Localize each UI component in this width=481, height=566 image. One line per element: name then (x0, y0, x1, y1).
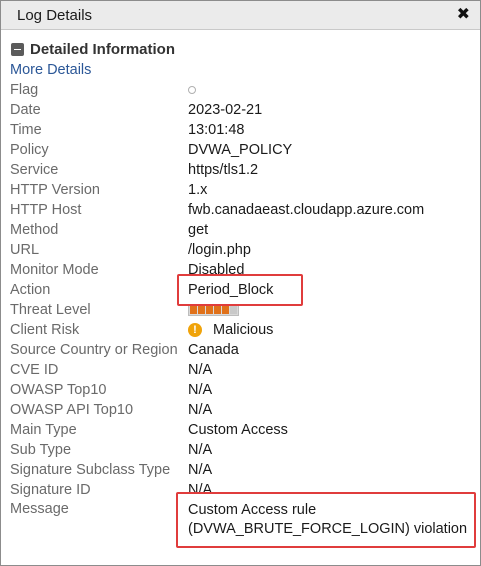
value-service: https/tls1.2 (188, 162, 259, 178)
label-main-type: Main Type (10, 422, 77, 438)
row-service: Service https/tls1.2 (10, 160, 475, 180)
more-details-link[interactable]: More Details (10, 62, 91, 78)
value-method: get (188, 222, 209, 238)
label-client-risk: Client Risk (10, 322, 80, 338)
label-url: URL (10, 242, 40, 258)
row-flag: Flag (10, 80, 475, 100)
value-policy: DVWA_POLICY (188, 142, 293, 158)
value-http-host: fwb.canadaeast.cloudapp.azure.com (188, 202, 425, 218)
value-monitor-mode: Disabled (188, 262, 245, 278)
row-cve-id: CVE ID N/A (10, 360, 475, 380)
value-sub-type: N/A (188, 442, 213, 458)
label-threat-level: Threat Level (10, 302, 91, 318)
label-method: Method (10, 222, 59, 238)
label-signature-subclass-type: Signature Subclass Type (10, 462, 171, 478)
label-owasp-top10: OWASP Top10 (10, 382, 107, 398)
row-main-type: Main Type Custom Access (10, 420, 475, 440)
value-source-country: Canada (188, 342, 239, 358)
value-http-version: 1.x (188, 182, 208, 198)
row-signature-subclass-type: Signature Subclass Type N/A (10, 460, 475, 480)
label-time: Time (10, 122, 42, 138)
client-risk-value: ! Malicious (188, 322, 273, 338)
row-owasp-api-top10: OWASP API Top10 N/A (10, 400, 475, 420)
threat-level-segment (214, 306, 221, 314)
value-owasp-api-top10: N/A (188, 402, 213, 418)
value-owasp-top10: N/A (188, 382, 213, 398)
details-table: Flag Date 2023-02-21 Time 13:01:48 Polic… (10, 80, 475, 541)
dialog-title: Log Details (17, 6, 93, 24)
value-date: 2023-02-21 (188, 102, 263, 118)
collapse-icon[interactable] (11, 42, 24, 56)
value-client-risk: Malicious (213, 322, 274, 338)
row-policy: Policy DVWA_POLICY (10, 140, 475, 160)
value-signature-subclass-type: N/A (188, 462, 213, 478)
row-source-country: Source Country or Region Canada (10, 340, 475, 360)
threat-level-segment (198, 306, 205, 314)
value-message-line1: Custom Access rule (188, 502, 317, 518)
threat-level-bar (188, 304, 239, 316)
value-url: /login.php (188, 242, 251, 258)
threat-level-segment (190, 306, 197, 314)
label-http-version: HTTP Version (10, 182, 100, 198)
label-sub-type: Sub Type (10, 442, 72, 458)
row-message: Message Custom Access rule (DVWA_BRUTE_F… (10, 500, 475, 541)
label-owasp-api-top10: OWASP API Top10 (10, 402, 134, 418)
title-bar: Log Details ✖ (1, 1, 480, 30)
row-time: Time 13:01:48 (10, 120, 475, 140)
label-signature-id: Signature ID (10, 482, 91, 498)
warning-icon: ! (188, 323, 202, 338)
value-signature-id: N/A (188, 482, 213, 498)
label-monitor-mode: Monitor Mode (10, 262, 99, 278)
value-message-line2: (DVWA_BRUTE_FORCE_LOGIN) violation (188, 521, 468, 537)
value-action: Period_Block (188, 282, 274, 298)
label-policy: Policy (10, 142, 49, 158)
value-time: 13:01:48 (188, 122, 245, 138)
row-client-risk: Client Risk ! Malicious (10, 320, 475, 340)
section-title: Detailed Information (30, 40, 176, 58)
label-flag: Flag (10, 82, 39, 98)
row-http-version: HTTP Version 1.x (10, 180, 475, 200)
row-url: URL /login.php (10, 240, 475, 260)
threat-level-segment (206, 306, 213, 314)
flag-value[interactable] (188, 82, 196, 98)
row-http-host: HTTP Host fwb.canadaeast.cloudapp.azure.… (10, 200, 475, 220)
row-sub-type: Sub Type N/A (10, 440, 475, 460)
row-owasp-top10: OWASP Top10 N/A (10, 380, 475, 400)
label-cve-id: CVE ID (10, 362, 59, 378)
label-http-host: HTTP Host (10, 202, 82, 218)
row-signature-id: Signature ID N/A (10, 480, 475, 500)
section-header[interactable]: Detailed Information (1, 30, 480, 58)
threat-level-segment (230, 306, 237, 314)
threat-level-segment (222, 306, 229, 314)
label-service: Service (10, 162, 59, 178)
message-value: Custom Access rule (DVWA_BRUTE_FORCE_LOG… (188, 501, 467, 539)
value-main-type: Custom Access (188, 422, 288, 438)
row-date: Date 2023-02-21 (10, 100, 475, 120)
log-details-dialog: Log Details ✖ Detailed Information More … (0, 0, 481, 566)
label-action: Action (10, 282, 51, 298)
label-date: Date (10, 102, 41, 118)
label-source-country: Source Country or Region (10, 342, 178, 358)
threat-level-value (188, 302, 239, 318)
row-monitor-mode: Monitor Mode Disabled (10, 260, 475, 280)
row-threat-level: Threat Level (10, 300, 475, 320)
row-action: Action Period_Block (10, 280, 475, 300)
flag-circle-icon[interactable] (188, 86, 196, 94)
row-method: Method get (10, 220, 475, 240)
close-icon[interactable]: ✖ (457, 7, 470, 23)
value-cve-id: N/A (188, 362, 213, 378)
label-message: Message (10, 501, 69, 517)
